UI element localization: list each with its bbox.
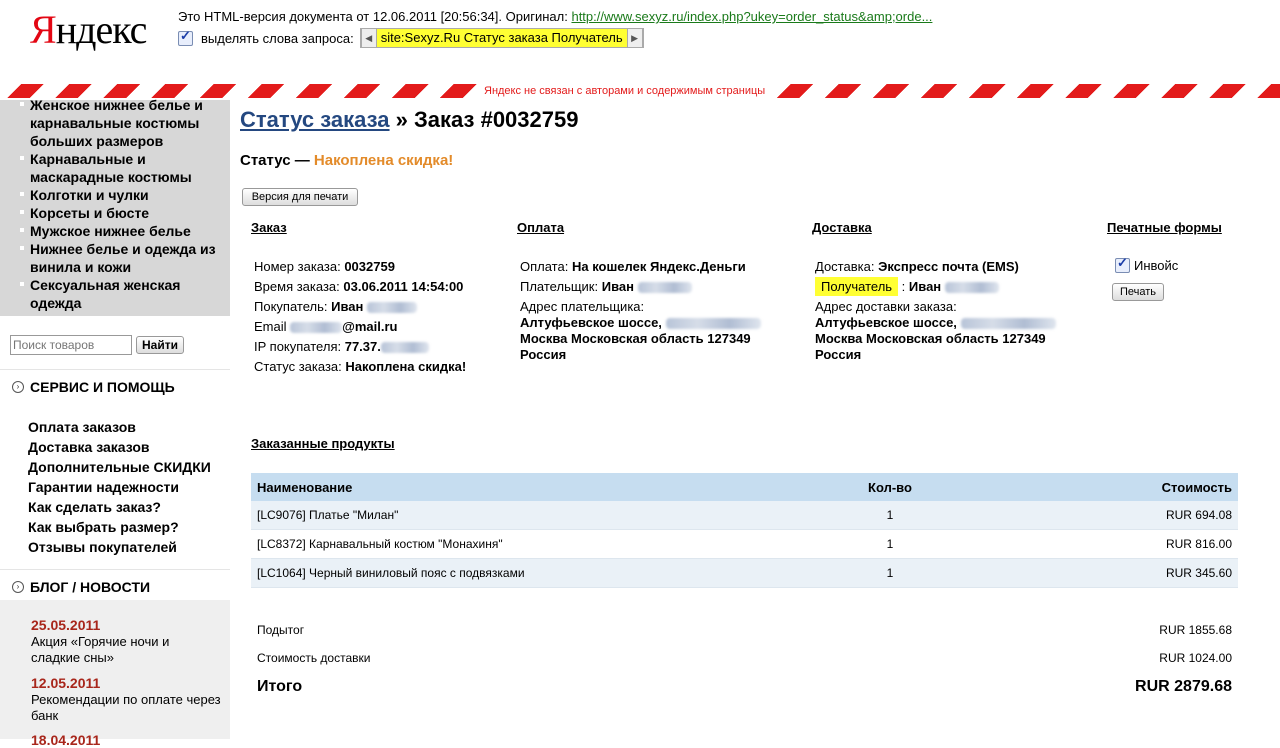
redacted-text (366, 302, 417, 314)
shipping-value: RUR 1024.00 (1159, 651, 1232, 665)
prev-arrow-icon[interactable]: ◀ (360, 28, 377, 48)
breadcrumb-order-status[interactable]: Статус заказа (240, 107, 390, 132)
query-text: site:Sexyz.Ru Статус заказа Получатель (376, 29, 627, 47)
highlight-label: выделять слова запроса: (201, 30, 354, 46)
category-item[interactable]: Нижнее белье и одежда из винила и кожи (20, 240, 225, 276)
category-item[interactable]: Карнавальные и маскарадные костюмы (20, 150, 225, 186)
product-qty: 1 (834, 501, 946, 530)
category-item[interactable]: Колготки и чулки (20, 186, 225, 204)
product-name: [LC8372] Карнавальный костюм "Монахиня" (251, 529, 834, 559)
service-link[interactable]: Гарантии надежности (28, 477, 179, 497)
arrow-right-icon: › (12, 381, 24, 393)
table-header-row: Наименование Кол-во Стоимость (251, 473, 1238, 501)
table-row: [LC1064] Черный виниловый пояс с подвязк… (251, 558, 1238, 588)
category-item[interactable]: Сексуальная женская одежда (20, 276, 225, 312)
product-cost: RUR 345.60 (946, 558, 1238, 588)
products-heading: Заказанные продукты (251, 436, 395, 451)
service-link[interactable]: Дополнительные СКИДКИ (28, 457, 211, 477)
payment-details: Оплата: На кошелек Яндекс.Деньги Платель… (520, 257, 790, 363)
original-url-link[interactable]: http://www.sexyz.ru/index.php?ukey=order… (571, 9, 932, 24)
product-name: [LC1064] Черный виниловый пояс с подвязк… (251, 558, 834, 588)
order-time: 03.06.2011 14:54:00 (343, 279, 464, 294)
payment-method: На кошелек Яндекс.Деньги (571, 259, 746, 274)
redacted-text (944, 282, 999, 294)
news-date[interactable]: 18.04.2011 (31, 732, 100, 748)
redacted-text (665, 318, 761, 330)
search-input[interactable] (10, 335, 132, 355)
product-qty: 1 (834, 558, 946, 588)
table-row: [LC9076] Платье "Милан" 1 RUR 694.08 (251, 501, 1238, 530)
invoice-option[interactable]: Инвойс (1115, 255, 1178, 273)
total-value: RUR 2879.68 (1135, 678, 1232, 695)
service-section-header: › СЕРВИС И ПОМОЩЬ (0, 369, 230, 406)
buyer-email: @mail.ru (342, 319, 398, 334)
service-link[interactable]: Доставка заказов (28, 437, 150, 457)
disclaimer: Яндекс не связан с авторами и содержимым… (480, 84, 770, 98)
order-status-content: Статус заказа » Заказ #0032759 Статус — … (230, 100, 1280, 739)
cache-info: Это HTML-версия документа от 12.06.2011 … (178, 9, 933, 24)
col-head-payment: Оплата (517, 220, 565, 235)
highlight-query-bar: выделять слова запроса: ◀ site:Sexyz.Ru … (178, 28, 644, 48)
col-head-print-forms: Печатные формы (1107, 220, 1222, 235)
delivery-details: Доставка: Экспресс почта (EMS) Получател… (815, 257, 1085, 363)
order-number: 0032759 (344, 259, 395, 274)
product-qty: 1 (834, 529, 946, 559)
service-link[interactable]: Отзывы покупателей (28, 537, 177, 557)
query-box: ◀ site:Sexyz.Ru Статус заказа Получатель… (359, 28, 644, 48)
payer-name: Иван (601, 279, 634, 294)
search-button[interactable]: Найти (136, 336, 184, 354)
highlight-checkbox[interactable] (178, 28, 193, 46)
print-button[interactable]: Печать (1112, 283, 1164, 301)
order-details: Номер заказа: 0032759 Время заказа: 03.0… (254, 259, 467, 374)
product-cost: RUR 816.00 (946, 529, 1238, 559)
col-head-delivery: Доставка (812, 220, 872, 235)
arrow-right-icon: › (12, 581, 24, 593)
redacted-text (637, 282, 692, 294)
redacted-text (380, 342, 429, 354)
status-value: Накоплена скидка! (313, 152, 454, 169)
left-sidebar: Женское нижнее белье и карнавальные кост… (0, 97, 230, 748)
category-list: Женское нижнее белье и карнавальные кост… (0, 97, 230, 316)
category-item[interactable]: Мужское нижнее белье (20, 222, 225, 240)
order-status: Накоплена скидка! (345, 359, 467, 374)
news-date[interactable]: 25.05.2011 (31, 617, 100, 633)
receiver-label-highlight: Получатель (815, 277, 899, 296)
redacted-text (290, 322, 343, 334)
buyer-ip: 77.37. (344, 339, 381, 354)
service-link[interactable]: Оплата заказов (28, 417, 136, 437)
table-row: [LC8372] Карнавальный костюм "Монахиня" … (251, 529, 1238, 559)
category-item[interactable]: Корсеты и бюсте (20, 204, 225, 222)
col-cost: Стоимость (946, 473, 1238, 501)
page-title: Статус заказа » Заказ #0032759 (240, 107, 579, 132)
buyer-name: Иван (331, 299, 364, 314)
col-name: Наименование (251, 473, 834, 501)
service-link[interactable]: Как сделать заказ? (28, 497, 161, 517)
print-version-button[interactable]: Версия для печати (242, 188, 358, 206)
news-text: Рекомендации по оплате через банк (31, 692, 221, 723)
news-text: Акция «Горячие ночи и сладкие сны» (31, 634, 170, 665)
service-link[interactable]: Как выбрать размер? (28, 517, 179, 537)
col-qty: Кол-во (834, 473, 946, 501)
products-table: Наименование Кол-во Стоимость [LC9076] П… (251, 473, 1238, 588)
product-cost: RUR 694.08 (946, 501, 1238, 530)
redacted-text (960, 318, 1056, 330)
yandex-logo[interactable]: Яндекс (30, 6, 147, 53)
category-item[interactable]: Женское нижнее белье и карнавальные кост… (20, 96, 225, 150)
next-arrow-icon[interactable]: ▶ (626, 28, 643, 48)
receiver-name: Иван (908, 279, 942, 294)
product-name: [LC9076] Платье "Милан" (251, 501, 834, 530)
news-date[interactable]: 12.05.2011 (31, 675, 100, 691)
invoice-checkbox[interactable] (1115, 255, 1130, 273)
col-head-order: Заказ (251, 220, 287, 235)
subtotal-value: RUR 1855.68 (1159, 623, 1232, 637)
delivery-method: Экспресс почта (EMS) (878, 259, 1019, 274)
status-line: Статус — Накоплена скидка! (240, 152, 454, 169)
yandex-cache-header: Яндекс Это HTML-версия документа от 12.0… (0, 0, 1280, 100)
